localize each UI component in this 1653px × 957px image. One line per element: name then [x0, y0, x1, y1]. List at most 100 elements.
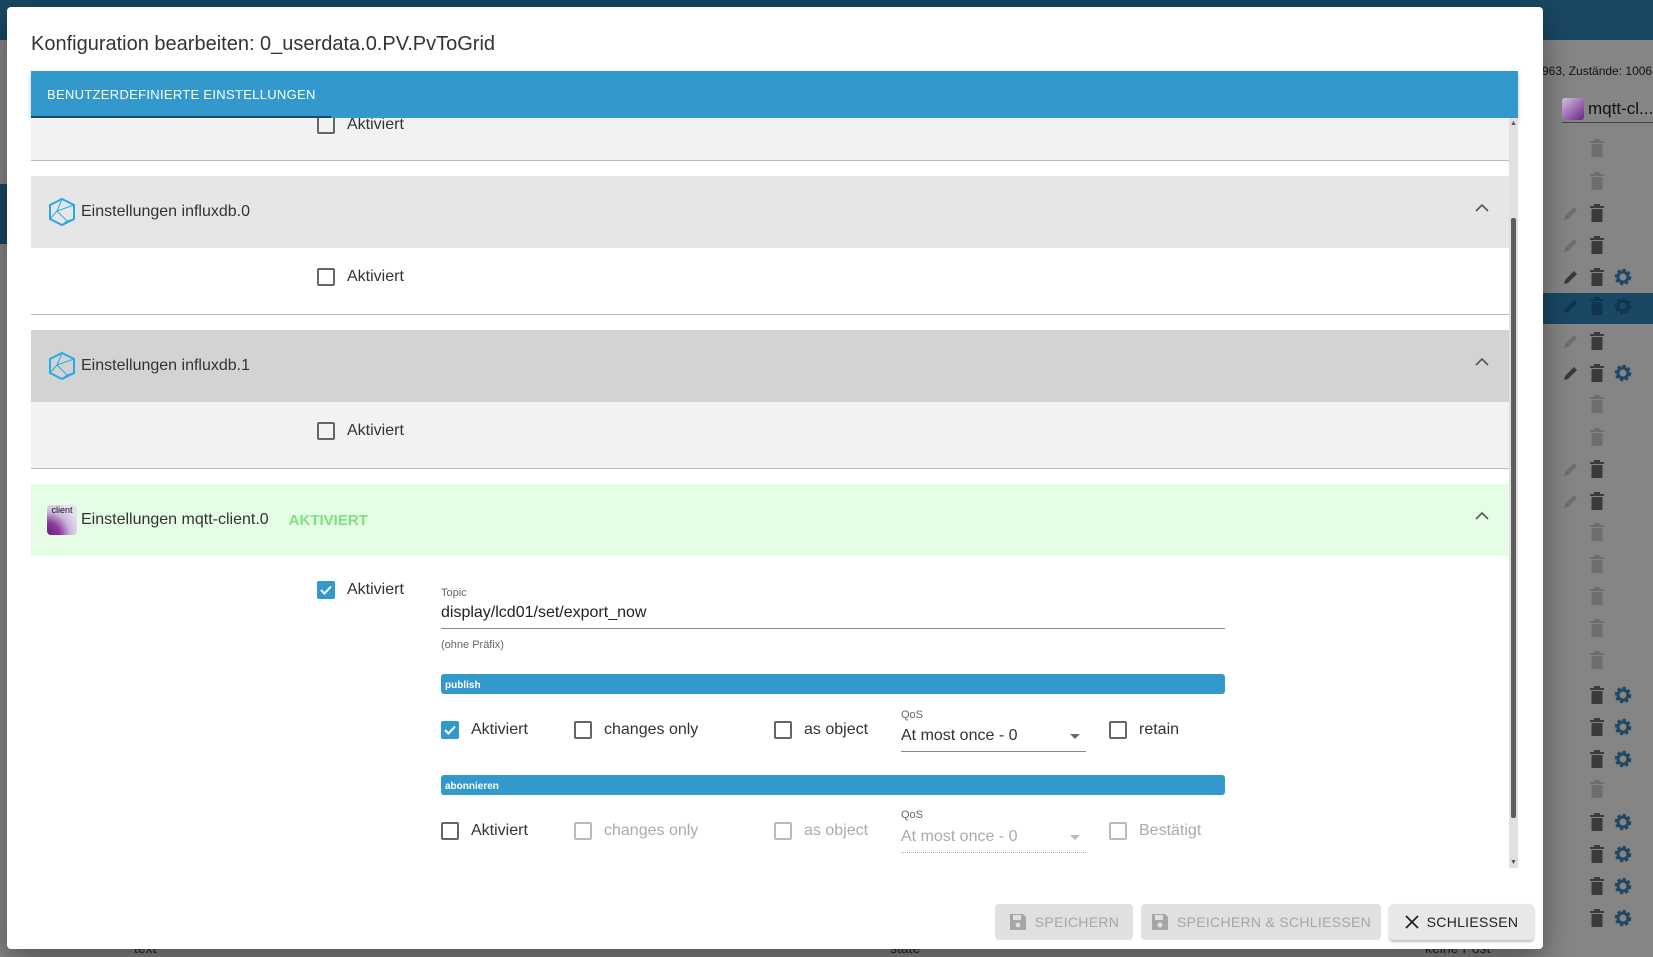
checkbox[interactable] [317, 422, 335, 440]
pencil-icon [1560, 490, 1582, 512]
trash-icon [1586, 266, 1608, 288]
checkbox-publish-as-object[interactable] [774, 721, 792, 739]
trash-icon [1586, 907, 1608, 929]
background-row [1560, 743, 1653, 775]
settings-scroll-area: Aktiviert Einstellungen influxdb.0 Aktiv… [31, 118, 1518, 868]
background-row [1560, 679, 1653, 711]
trash-icon [1586, 521, 1608, 543]
influxdb-icon [49, 197, 75, 227]
pencil-icon [1560, 330, 1582, 352]
save-icon [1009, 914, 1026, 930]
checkbox-label: retain [1139, 721, 1180, 738]
gear-icon [1612, 266, 1634, 288]
checkbox-publish-changes-only[interactable] [574, 721, 592, 739]
section-title: Einstellungen influxdb.0 [81, 203, 251, 220]
background-row [1560, 548, 1653, 580]
qos-label: QoS [901, 809, 924, 821]
scrollbar-thumb[interactable] [1511, 218, 1516, 818]
trash-icon [1586, 490, 1608, 512]
save-and-close-button[interactable]: SPEICHERN & SCHLIESSEN [1141, 904, 1381, 940]
section-mqtt-client-0: client Einstellungen mqtt-client.0 AKTIV… [31, 484, 1509, 868]
gear-icon [1612, 716, 1634, 738]
gear-icon [1612, 875, 1634, 897]
gear-icon [1612, 843, 1634, 865]
subscribe-qos-select[interactable]: At most once - 0 [901, 828, 1086, 853]
trash-icon [1586, 362, 1608, 384]
section-influxdb-0: Einstellungen influxdb.0 Aktiviert [31, 176, 1509, 314]
save-icon [1151, 914, 1168, 930]
divider [31, 160, 1509, 161]
pencil-icon [1560, 362, 1582, 384]
trash-icon [1586, 649, 1608, 671]
trash-icon [1586, 202, 1608, 224]
publish-header: publish [441, 674, 1225, 694]
save-close-label: SPEICHERN & SCHLIESSEN [1176, 914, 1372, 930]
background-row [1560, 197, 1653, 229]
checkbox[interactable] [317, 268, 335, 286]
checkbox-acknowledged[interactable] [1109, 822, 1127, 840]
publish-qos-select[interactable]: At most once - 0 [901, 727, 1086, 752]
pencil-icon [1560, 458, 1582, 480]
checkbox-label: Aktiviert [471, 721, 528, 738]
scroll-up-arrow-icon[interactable]: ▲ [1510, 120, 1517, 127]
topic-input[interactable]: display/lcd01/set/export_now [441, 604, 1225, 629]
trash-icon [1586, 295, 1608, 317]
section-title: Einstellungen mqtt-client.0 [81, 511, 269, 528]
background-row [1560, 838, 1653, 870]
gear-icon [1612, 295, 1634, 317]
checkbox-label: Aktiviert [347, 581, 404, 598]
chevron-up-icon[interactable] [1475, 357, 1489, 366]
checkbox-label: Aktiviert [347, 118, 404, 133]
checkbox-label: Aktiviert [347, 422, 404, 439]
background-info-text: 963, Zustände: 10063 [1542, 64, 1653, 78]
close-button[interactable]: SCHLIESSEN [1389, 904, 1534, 940]
tab-custom-settings[interactable]: BENUTZERDEFINIERTE EINSTELLUNGEN [47, 87, 316, 102]
gear-icon [1612, 811, 1634, 833]
checkbox[interactable] [317, 118, 335, 134]
influxdb-icon [49, 351, 75, 381]
section-header[interactable]: Einstellungen influxdb.1 [31, 330, 1509, 402]
chevron-up-icon[interactable] [1475, 203, 1489, 212]
checkbox-subscribe-enabled[interactable] [441, 822, 459, 840]
save-label: SPEICHERN [1034, 914, 1120, 930]
gear-icon [1612, 907, 1634, 929]
checkbox-label: changes only [604, 822, 699, 839]
trash-icon [1586, 748, 1608, 770]
chevron-up-icon[interactable] [1475, 511, 1489, 520]
save-button[interactable]: SPEICHERN [995, 904, 1133, 940]
pencil-icon [1560, 295, 1582, 317]
background-row [1560, 485, 1653, 517]
dropdown-arrow-icon [1070, 835, 1080, 840]
section-header[interactable]: client Einstellungen mqtt-client.0 AKTIV… [31, 484, 1509, 556]
trash-icon [1586, 684, 1608, 706]
checkbox-label: Aktiviert [347, 268, 404, 285]
checkbox-publish-enabled[interactable] [441, 721, 459, 739]
background-row [1560, 261, 1653, 293]
gear-icon [1612, 748, 1634, 770]
scroll-down-arrow-icon[interactable]: ▼ [1510, 859, 1517, 866]
section-influxdb-1: Einstellungen influxdb.1 Aktiviert [31, 330, 1509, 468]
pencil-icon [1560, 202, 1582, 224]
tab-bar: BENUTZERDEFINIERTE EINSTELLUNGEN [31, 71, 1518, 118]
qos-label: QoS [901, 709, 924, 721]
trash-icon [1586, 170, 1608, 192]
checkbox-label: Bestätigt [1139, 822, 1202, 839]
checkbox-retain[interactable] [1109, 721, 1127, 739]
trash-icon [1586, 234, 1608, 256]
pencil-icon [1560, 234, 1582, 256]
trash-icon [1586, 137, 1608, 159]
scrollbar[interactable]: ▲ ▼ [1509, 118, 1518, 868]
checkbox-subscribe-as-object[interactable] [774, 822, 792, 840]
checkbox-enabled[interactable] [317, 581, 335, 599]
trash-icon [1586, 553, 1608, 575]
background-row [1560, 132, 1653, 164]
trash-icon [1586, 330, 1608, 352]
section-header[interactable]: Einstellungen influxdb.0 [31, 176, 1509, 248]
checkbox-subscribe-changes-only[interactable] [574, 822, 592, 840]
background-row [1560, 388, 1653, 420]
background-row [1560, 806, 1653, 838]
background-adapter-column: mqtt-cl... [1562, 98, 1653, 123]
background-row [1560, 644, 1653, 676]
section-title: Einstellungen influxdb.1 [81, 357, 251, 374]
checkbox-label: as object [804, 822, 869, 839]
